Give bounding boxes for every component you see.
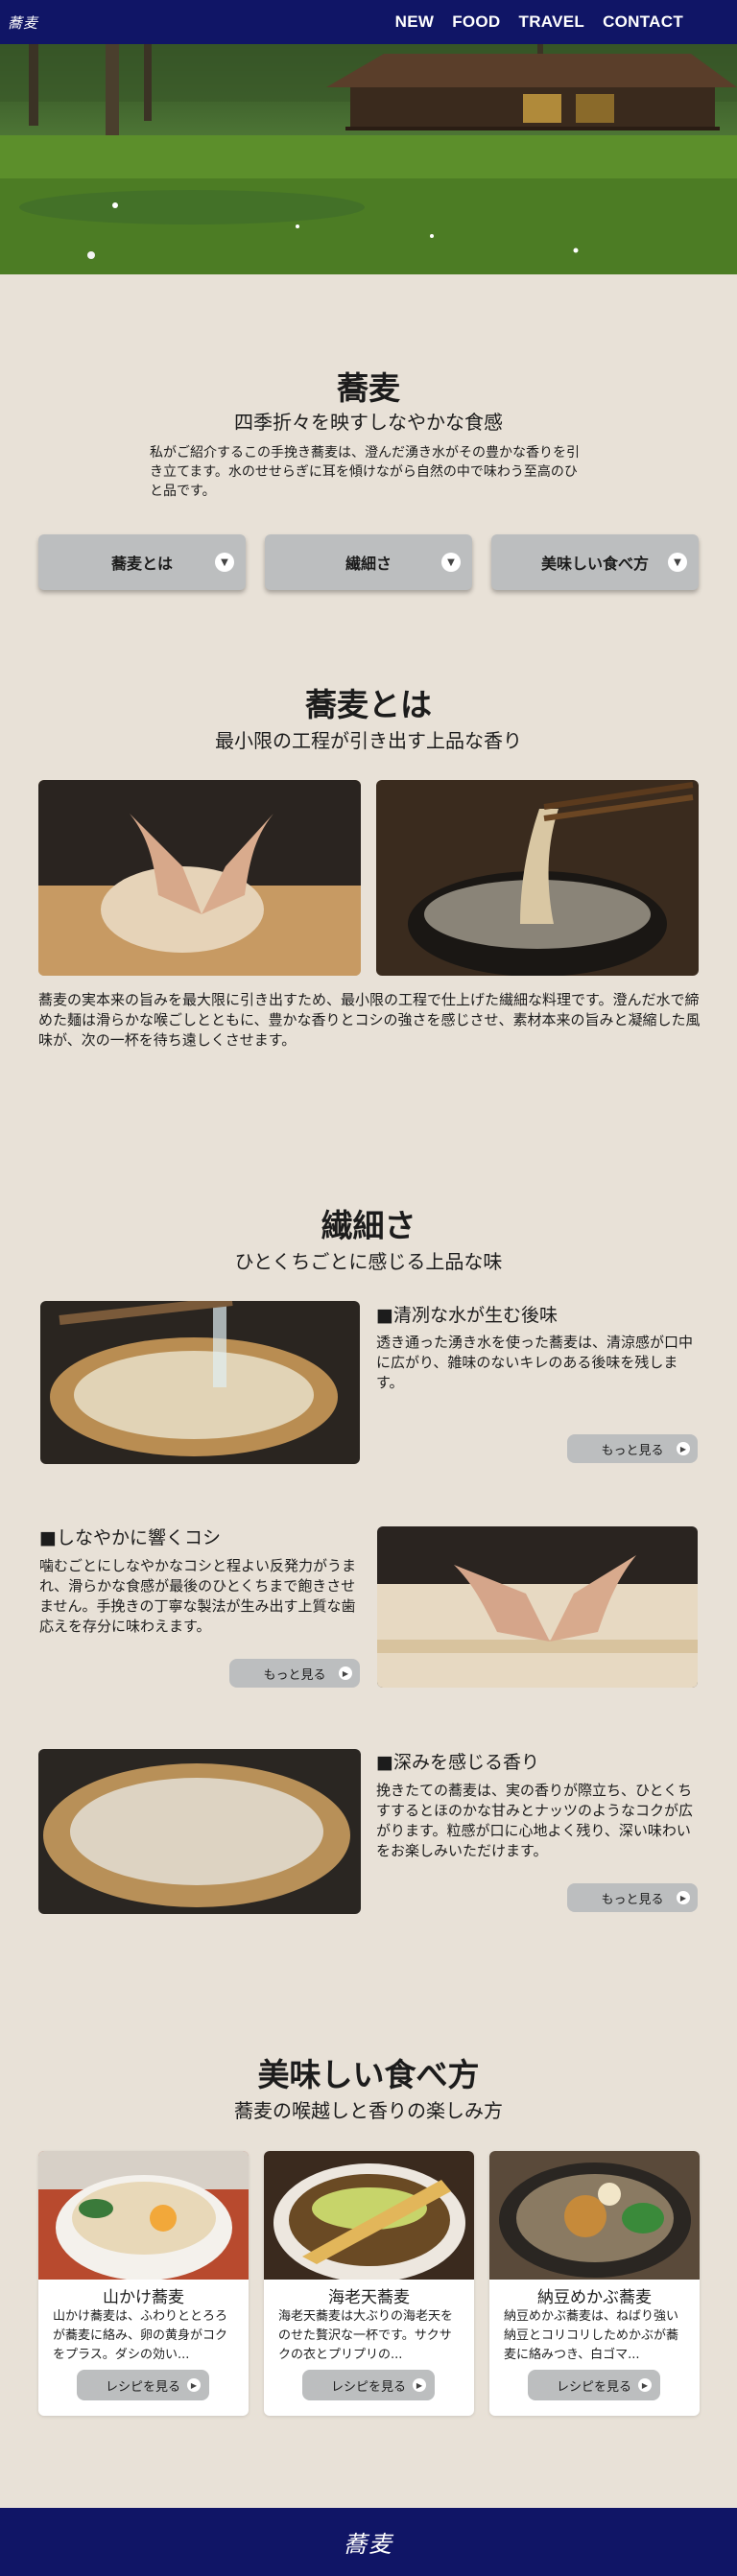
feature-1-text: 透き通った湧き水を使った蕎麦は、清涼感が口中に広がり、雑味のないキレのある後味を… — [376, 1334, 694, 1391]
site-footer: 蕎麦 — [0, 2508, 737, 2576]
intro-subtitle: 四季折々を映すしなやかな食感 — [234, 411, 503, 434]
nav-link-new[interactable]: NEW — [395, 12, 435, 32]
recipe-view-button[interactable]: レシピを見る ▶ — [528, 2370, 660, 2400]
feature-3-more-button[interactable]: もっと見る ▶ — [567, 1883, 698, 1912]
feature-2-text: 噛むごとにしなやかなコシと程よい反発力がうまれ、滑らかな食感が最後のひとくちまで… — [39, 1557, 357, 1635]
footer-logo[interactable]: 蕎麦 — [344, 2525, 393, 2559]
yamakake-soba-image — [38, 2151, 249, 2281]
feature-1-more-label: もっと見る — [601, 1443, 664, 1458]
accordion-nav: 蕎麦とは ▼ 繊細さ ▼ 美味しい食べ方 ▼ — [38, 534, 699, 590]
nav-link-contact[interactable]: CONTACT — [603, 12, 683, 32]
rolling-dough-image — [377, 1526, 698, 1688]
recipe-view-label: レシピを見る — [556, 2379, 631, 2395]
accordion-recipes-label: 美味しい食べ方 — [540, 555, 649, 573]
recipe-view-label: レシピを見る — [330, 2379, 406, 2395]
nav-link-travel[interactable]: TRAVEL — [519, 12, 585, 32]
about-title: 蕎麦とは — [305, 686, 432, 723]
recipe-card-text: 山かけ蕎麦は、ふわりととろろが蕎麦に絡み、卵の黄身がコクをプラス。ダシの効い..… — [53, 2309, 228, 2362]
feature-3-text: 挽きたての蕎麦は、実の香りが際立ち、ひとくちすするとほのかな甘みとナッツのような… — [376, 1782, 694, 1859]
feature-2-heading: ■しなやかに響くコシ — [39, 1527, 221, 1548]
recipes-title: 美味しい食べ方 — [257, 2056, 480, 2093]
feature-2-more-label: もっと見る — [263, 1667, 326, 1683]
recipe-view-button[interactable]: レシピを見る ▶ — [302, 2370, 435, 2400]
about-text: 蕎麦の実本来の旨みを最大限に引き出すため、最小限の工程で仕上げた繊細な料理です。… — [38, 991, 701, 1049]
chevron-down-icon: ▼ — [215, 553, 234, 572]
ebiten-soba-image — [264, 2151, 474, 2282]
chevron-down-icon: ▼ — [441, 553, 461, 572]
recipe-card-yamakake[interactable]: 山かけ蕎麦 山かけ蕎麦は、ふわりととろろが蕎麦に絡み、卵の黄身がコクをプラス。ダ… — [38, 2151, 249, 2416]
water-pour-image — [40, 1301, 360, 1464]
recipe-card-text: 海老天蕎麦は大ぶりの海老天をのせた贅沢な一杯です。サクサクの衣とプリプリの... — [278, 2309, 454, 2362]
feature-1-heading: ■清冽な水が生む後味 — [376, 1305, 558, 1326]
nav-link-food[interactable]: FOOD — [452, 12, 500, 32]
soba-basket-image — [38, 1749, 361, 1914]
accordion-recipes-button[interactable]: 美味しい食べ方 ▼ — [491, 534, 699, 590]
main-nav: NEW FOOD TRAVEL CONTACT — [395, 12, 683, 32]
soba-lift-image — [376, 780, 699, 976]
delicacy-title: 繊細さ — [321, 1207, 416, 1244]
recipe-view-label: レシピを見る — [105, 2379, 180, 2395]
recipes-subtitle: 蕎麦の喉越しと香りの楽しみ方 — [234, 2099, 503, 2122]
natto-mekabu-soba-image — [489, 2151, 700, 2280]
recipe-card-text: 納豆めかぶ蕎麦は、ねばり強い納豆とコリコリしためかぶが蕎麦に絡みつき、白ゴマ..… — [504, 2309, 679, 2362]
arrow-right-icon: ▶ — [677, 1442, 690, 1455]
recipe-view-button[interactable]: レシピを見る ▶ — [77, 2370, 209, 2400]
accordion-about-button[interactable]: 蕎麦とは ▼ — [38, 534, 246, 590]
feature-3-heading: ■深みを感じる香り — [376, 1752, 539, 1773]
arrow-right-icon: ▶ — [339, 1666, 352, 1680]
arrow-right-icon: ▶ — [413, 2378, 426, 2392]
delicacy-subtitle: ひとくちごとに感じる上品な味 — [234, 1250, 503, 1273]
accordion-delicacy-button[interactable]: 繊細さ ▼ — [265, 534, 472, 590]
recipe-card-title: 海老天蕎麦 — [328, 2288, 410, 2307]
recipe-card-natto[interactable]: 納豆めかぶ蕎麦 納豆めかぶ蕎麦は、ねばり強い納豆とコリコリしためかぶが蕎麦に絡み… — [489, 2151, 700, 2416]
arrow-right-icon: ▶ — [187, 2378, 201, 2392]
feature-1-more-button[interactable]: もっと見る ▶ — [567, 1434, 698, 1463]
chevron-down-icon: ▼ — [668, 553, 687, 572]
arrow-right-icon: ▶ — [677, 1891, 690, 1904]
hero-image — [0, 44, 737, 274]
kneading-dough-image — [38, 780, 361, 976]
arrow-right-icon: ▶ — [638, 2378, 652, 2392]
recipe-card-title: 山かけ蕎麦 — [103, 2288, 184, 2307]
site-logo[interactable]: 蕎麦 — [8, 12, 38, 33]
about-subtitle: 最小限の工程が引き出す上品な香り — [215, 729, 522, 752]
accordion-about-label: 蕎麦とは — [110, 555, 173, 573]
recipe-card-ebiten[interactable]: 海老天蕎麦 海老天蕎麦は大ぶりの海老天をのせた贅沢な一杯です。サクサクの衣とプリ… — [264, 2151, 474, 2416]
recipe-card-title: 納豆めかぶ蕎麦 — [537, 2288, 652, 2307]
accordion-delicacy-label: 繊細さ — [345, 555, 392, 573]
feature-3-more-label: もっと見る — [601, 1892, 664, 1907]
intro-title: 蕎麦 — [337, 369, 400, 407]
site-header: 蕎麦 NEW FOOD TRAVEL CONTACT — [0, 0, 737, 44]
feature-2-more-button[interactable]: もっと見る ▶ — [229, 1659, 360, 1688]
intro-text: 私がご紹介するこの手挽き蕎麦は、澄んだ湧き水がその豊かな香りを引き立てます。水の… — [150, 445, 580, 499]
